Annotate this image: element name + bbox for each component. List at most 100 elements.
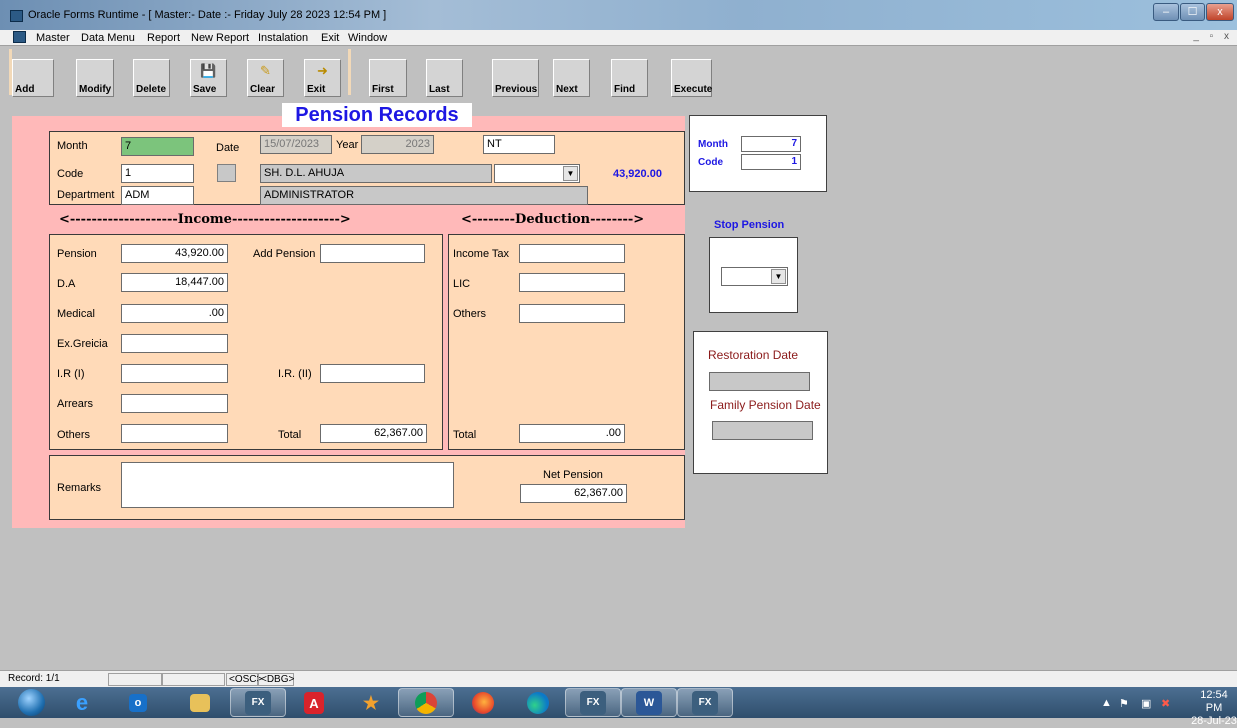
menu-window[interactable]: Window	[348, 32, 387, 44]
clock[interactable]: 12:54 PM 28-Jul-23	[1191, 689, 1237, 728]
firefox-icon	[472, 691, 494, 714]
side-code-field[interactable]: 1	[741, 154, 801, 170]
chevron-down-icon[interactable]: ▼	[771, 269, 786, 284]
deduction-total-field[interactable]: .00	[519, 424, 625, 443]
taskbar-item[interactable]: FX	[677, 688, 733, 717]
income-total-field[interactable]: 62,367.00	[320, 424, 427, 443]
deduction-heading: <--------Deduction-------->	[461, 212, 645, 227]
income-others-field[interactable]	[121, 424, 228, 443]
restoration-date-field[interactable]	[709, 372, 810, 391]
code-field[interactable]: 1	[121, 164, 194, 183]
word-icon: W	[636, 690, 662, 715]
year-field[interactable]: 2023	[361, 135, 434, 154]
mdi-window-controls[interactable]: _ ▫ x	[1193, 31, 1233, 42]
employee-name-field[interactable]: SH. D.L. AHUJA	[260, 164, 492, 183]
delete-button[interactable]: Delete	[133, 59, 170, 97]
eraser-icon: ✎	[260, 63, 271, 78]
clear-button[interactable]: ✎ Clear	[247, 59, 284, 97]
last-button[interactable]: Last	[426, 59, 463, 97]
chrome-icon	[415, 691, 437, 714]
taskbar-item[interactable]	[398, 688, 454, 717]
nt-field[interactable]: NT	[483, 135, 555, 154]
menu-data-menu[interactable]: Data Menu	[81, 32, 135, 44]
find-button[interactable]: Find	[611, 59, 648, 97]
speaker-muted-icon[interactable]: ✖	[1161, 697, 1170, 710]
toolbar-separator	[348, 49, 351, 95]
oracle-forms-icon[interactable]	[13, 31, 26, 43]
taskbar-item[interactable]: A	[286, 688, 342, 717]
taskbar-item[interactable]	[510, 688, 566, 717]
remarks-field[interactable]	[121, 462, 454, 508]
type-dropdown[interactable]: ▼	[494, 164, 580, 183]
stop-pension-panel: ▼	[709, 237, 798, 313]
stop-pension-dropdown[interactable]: ▼	[721, 267, 788, 286]
income-tax-field[interactable]	[519, 244, 625, 263]
save-button[interactable]: 💾 Save	[190, 59, 227, 97]
pension-field[interactable]: 43,920.00	[121, 244, 228, 263]
save-button-label: Save	[193, 84, 217, 95]
taskbar-item[interactable]	[455, 688, 511, 717]
add-pension-label: Add Pension	[253, 248, 316, 260]
arrears-field[interactable]	[121, 394, 228, 413]
form-title: Pension Records	[282, 103, 472, 127]
ex-greicia-field[interactable]	[121, 334, 228, 353]
department-code-field[interactable]: ADM	[121, 186, 194, 205]
medical-label: Medical	[57, 308, 95, 320]
menu-new-report[interactable]: New Report	[191, 32, 249, 44]
modify-button[interactable]: Modify	[76, 59, 114, 97]
taskbar-item[interactable]: FX	[565, 688, 621, 717]
find-button-label: Find	[614, 84, 636, 95]
side-month-field[interactable]: 7	[741, 136, 801, 152]
code-lov-button[interactable]	[217, 164, 236, 182]
next-button[interactable]: Next	[553, 59, 590, 97]
net-pension-field[interactable]: 62,367.00	[520, 484, 627, 503]
date-field[interactable]: 15/07/2023	[260, 135, 332, 154]
flag-icon[interactable]: ⚑	[1119, 697, 1129, 710]
oracle-forms-icon: FX	[580, 690, 606, 715]
income-total-label: Total	[278, 429, 302, 441]
taskbar-item[interactable]: W	[621, 688, 677, 717]
lic-field[interactable]	[519, 273, 625, 292]
taskbar-item[interactable]	[172, 688, 228, 717]
network-icon[interactable]: ▣	[1141, 697, 1151, 710]
da-field[interactable]: 18,447.00	[121, 273, 228, 292]
menu-master[interactable]: Master	[36, 32, 70, 44]
first-button[interactable]: First	[369, 59, 407, 97]
family-pension-date-field[interactable]	[712, 421, 813, 440]
windows-start-icon[interactable]	[18, 689, 45, 716]
ir2-field[interactable]	[320, 364, 425, 383]
record-status: Record: 1/1	[8, 673, 60, 684]
taskbar-item[interactable]: e	[54, 688, 110, 717]
taskbar-item[interactable]: FX	[230, 688, 286, 717]
menu-instalation[interactable]: Instalation	[258, 32, 308, 44]
income-pane: Pension 43,920.00 Add Pension D.A 18,447…	[49, 234, 443, 450]
chevron-down-icon[interactable]: ▼	[563, 166, 578, 181]
month-field[interactable]: 7	[121, 137, 194, 156]
side-code-label: Code	[698, 157, 723, 168]
medical-field[interactable]: .00	[121, 304, 228, 323]
menu-exit[interactable]: Exit	[321, 32, 339, 44]
month-label: Month	[57, 140, 88, 152]
add-pension-field[interactable]	[320, 244, 425, 263]
menu-report[interactable]: Report	[147, 32, 180, 44]
ex-greicia-label: Ex.Greicia	[57, 338, 108, 350]
department-name-field[interactable]: ADMINISTRATOR	[260, 186, 588, 205]
show-hidden-icons-icon[interactable]: ▲	[1101, 697, 1112, 709]
deduction-pane: Income Tax LIC Others Total .00	[448, 234, 685, 450]
add-button[interactable]: Add	[12, 59, 54, 97]
execute-button[interactable]: Execute	[671, 59, 712, 97]
clear-button-label: Clear	[250, 84, 276, 95]
clock-time: 12:54 PM	[1200, 689, 1228, 714]
previous-button[interactable]: Previous	[492, 59, 539, 97]
taskbar-item[interactable]: ★	[343, 688, 399, 717]
taskbar: e o FX A ★ FX W FX ▲ ⚑ ▣ ✖ 12:54 PM 28-J…	[0, 687, 1237, 727]
maximize-button[interactable]: ☐	[1180, 3, 1205, 21]
ir1-field[interactable]	[121, 364, 228, 383]
dbg-indicator: <DBG>	[258, 673, 294, 686]
taskbar-item[interactable]: o	[110, 688, 166, 717]
close-button[interactable]: x	[1206, 3, 1234, 21]
exit-button[interactable]: ➜ Exit	[304, 59, 341, 97]
minimize-button[interactable]: –	[1153, 3, 1179, 21]
deduction-others-field[interactable]	[519, 304, 625, 323]
oracle-forms-icon	[10, 10, 23, 22]
